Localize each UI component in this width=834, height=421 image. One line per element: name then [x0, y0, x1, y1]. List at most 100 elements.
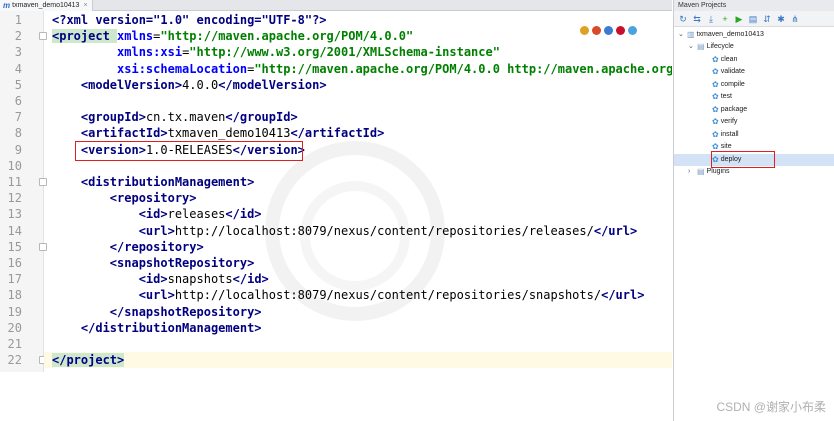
lifecycle-goal-install[interactable]: ✿ install [712, 129, 739, 142]
code-line[interactable]: <?xml version="1.0" encoding="UTF-8"?> [44, 12, 672, 28]
folder-icon: ▤ [697, 42, 705, 51]
collapse-icon[interactable]: ⋔ [790, 12, 800, 26]
code-line[interactable]: <snapshotRepository> [44, 255, 672, 271]
line-number: 4 [14, 61, 22, 76]
editor-tab-pom[interactable]: m txmaven_demo10413 × [0, 0, 93, 11]
code-line-text: xsi:schemaLocation="http://maven.apache.… [52, 61, 672, 77]
lifecycle-goal-verify[interactable]: ✿ verify [712, 116, 737, 129]
code-line[interactable]: <url>http://localhost:8079/nexus/content… [44, 287, 672, 303]
goal-label: test [720, 93, 732, 100]
run-icon[interactable]: ▶ [734, 12, 744, 26]
code-line[interactable]: xmlns:xsi="http://www.w3.org/2001/XMLSch… [44, 44, 672, 60]
gear-icon: ✿ [712, 67, 719, 76]
close-icon[interactable]: × [83, 2, 87, 9]
code-token: "http://maven.apache.org/POM/4.0.0" [160, 29, 414, 44]
code-editor[interactable]: 1 <?xml version="1.0" encoding="UTF-8"?> 2… [0, 11, 672, 372]
line-number: 1 [14, 13, 22, 27]
ie-icon[interactable] [628, 26, 637, 35]
chevron-down-icon[interactable]: ⌄ [688, 41, 695, 54]
reimport-icon[interactable]: ⇆ [692, 12, 702, 26]
chevron-down-icon[interactable]: ⌄ [678, 29, 685, 42]
lifecycle-goal-clean[interactable]: ✿ clean [712, 54, 737, 67]
code-line[interactable]: </project> [44, 352, 672, 369]
code-token: <id> [138, 272, 168, 287]
lifecycle-goal-test[interactable]: ✿ test [712, 91, 732, 104]
download-icon[interactable]: ⤓ [706, 12, 716, 26]
code-line[interactable]: <modelVersion>4.0.0</modelVersion> [44, 77, 672, 93]
safari-icon[interactable] [604, 26, 613, 35]
lifecycle-goal-validate[interactable]: ✿ validate [712, 66, 745, 79]
credit-watermark: CSDN @谢家小布柔 [716, 400, 826, 414]
code-token: <artifactId> [80, 126, 168, 141]
code-token: </url> [593, 223, 638, 238]
code-token: cn.tx.maven [145, 110, 226, 125]
code-line-text: <url>http://localhost:8079/nexus/content… [52, 287, 645, 303]
code-token: </distributionManagement> [80, 320, 262, 335]
code-line-text: <id>releases</id> [52, 206, 262, 222]
toggle-offline-icon[interactable]: ⇵ [762, 12, 772, 26]
code-token: <modelVersion> [80, 77, 183, 92]
code-token: http://localhost:8079/nexus/content/repo… [174, 288, 602, 303]
code-line-text: <repository> [52, 190, 197, 206]
code-token: <url> [138, 223, 175, 238]
line-number: 10 [7, 158, 22, 173]
code-token: snapshots [167, 272, 233, 287]
code-line[interactable]: xsi:schemaLocation="http://maven.apache.… [44, 61, 672, 77]
code-line[interactable]: </repository> [44, 239, 672, 255]
code-line-text: <project xmlns="http://maven.apache.org/… [52, 28, 413, 44]
code-token: <?xml version="1.0" encoding="UTF-8"?> [52, 13, 327, 27]
line-number: 14 [7, 223, 22, 238]
line-number: 20 [7, 320, 22, 335]
lifecycle-goal-package[interactable]: ✿ package [712, 104, 747, 117]
code-token: "http://maven.apache.org/POM/4.0.0 http:… [254, 61, 672, 76]
code-line[interactable]: <project xmlns="http://maven.apache.org/… [44, 28, 672, 44]
code-line[interactable]: <repository> [44, 190, 672, 206]
editor-tab-bar: m txmaven_demo10413 × [0, 0, 672, 11]
line-number: 3 [14, 45, 22, 60]
line-number: 7 [14, 110, 22, 125]
code-token: <id> [138, 207, 168, 222]
chrome-icon[interactable] [580, 26, 589, 35]
opera-icon[interactable] [616, 26, 625, 35]
tree-plugins[interactable]: › ▤ Plugins [688, 166, 730, 179]
browser-preview-icons [580, 26, 637, 35]
code-token: xsi:schemaLocation [117, 61, 248, 76]
settings-icon[interactable]: ✱ [776, 12, 786, 26]
chevron-right-icon[interactable]: › [688, 166, 695, 179]
code-line[interactable]: <id>releases</id> [44, 206, 672, 222]
code-line[interactable]: <distributionManagement> [44, 174, 672, 190]
goal-label: install [720, 130, 739, 138]
project-label: txmaven_demo10413 [696, 31, 764, 38]
code-line[interactable]: <id>snapshots</id> [44, 271, 672, 287]
refresh-icon[interactable]: ↻ [678, 12, 688, 26]
code-line[interactable]: </snapshotRepository> [44, 304, 672, 320]
tree-project[interactable]: ⌄ ▥ txmaven_demo10413 [678, 29, 764, 42]
code-token: </modelVersion> [218, 77, 327, 92]
code-line[interactable]: </distributionManagement> [44, 320, 672, 336]
code-line[interactable]: <groupId>cn.tx.maven</groupId> [44, 109, 672, 125]
tree-lifecycle[interactable]: ⌄ ▤ Lifecycle [688, 41, 734, 54]
line-number: 9 [14, 142, 22, 157]
line-number: 21 [7, 337, 22, 351]
panel-title: Maven Projects [674, 0, 834, 11]
plugins-label: Plugins [706, 168, 730, 175]
code-line[interactable]: <artifactId>txmaven_demo10413</artifactI… [44, 125, 672, 141]
add-icon[interactable]: + [720, 12, 730, 26]
code-line[interactable] [44, 336, 672, 352]
run-config-icon[interactable]: ▤ [748, 12, 758, 26]
code-token: <project [52, 29, 118, 44]
goal-label: package [720, 105, 748, 113]
firefox-icon[interactable] [592, 26, 601, 35]
code-line[interactable] [44, 93, 672, 109]
code-token: </repository> [109, 239, 204, 254]
lifecycle-goal-compile[interactable]: ✿ compile [712, 79, 745, 92]
code-token: </artifactId> [290, 126, 385, 141]
code-line[interactable]: <url>http://localhost:8079/nexus/content… [44, 223, 672, 239]
